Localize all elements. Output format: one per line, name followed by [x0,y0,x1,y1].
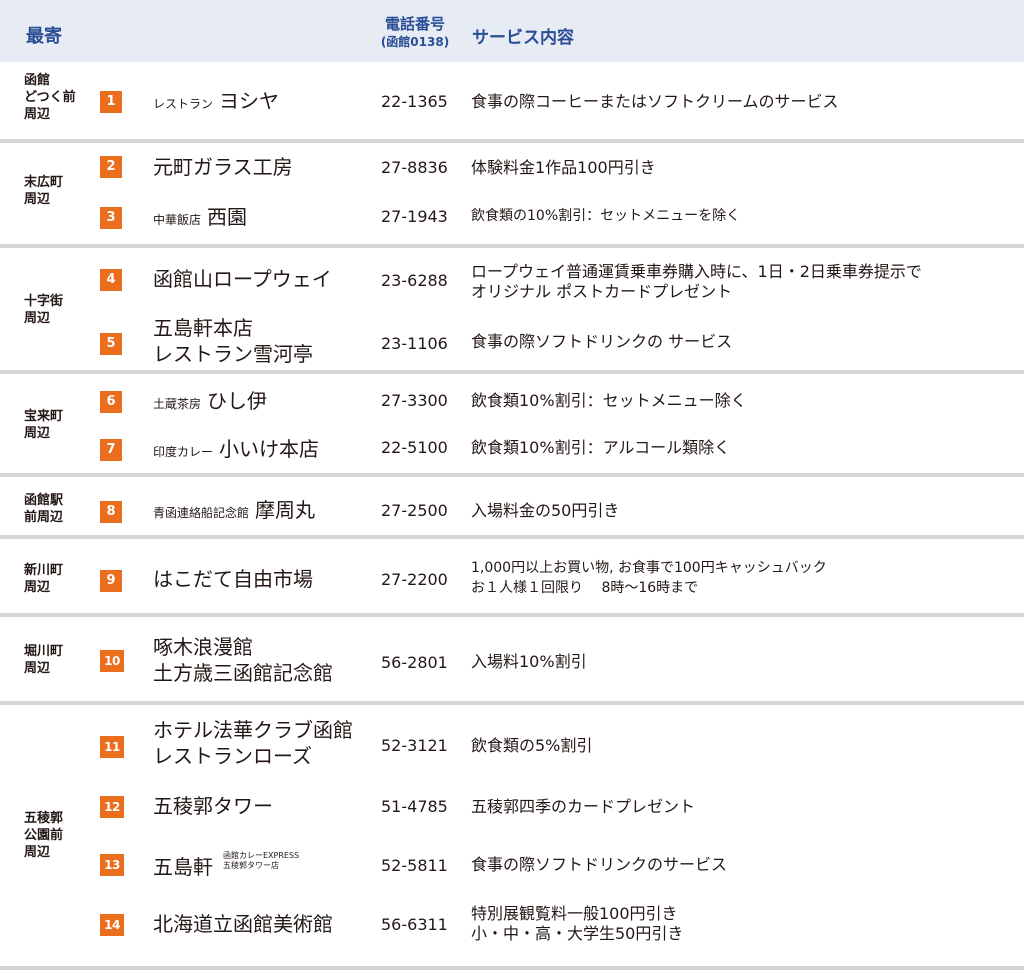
header-phone-title: 電話番号 [384,15,445,33]
service-text: 飲食類の10%割引：セットメニューを除く [471,208,741,224]
row-divider [0,535,1024,539]
entry-number-badge: 3 [100,207,122,229]
service-text: 1,000円以上お買い物, お食事で100円キャッシュバック お１人様１回限り … [471,560,827,596]
row-divider [0,139,1024,143]
phone-number: 51-4785 [381,797,448,816]
shop-name: 函館山ロープウェイ [153,267,332,291]
shop-main-name: 西園 [207,205,248,229]
shop-main-name: 小いけ本店 [219,437,320,461]
entry-number-badge: 9 [100,570,122,592]
phone-number: 23-6288 [381,271,448,290]
entry-number-badge: 14 [100,914,124,936]
area-label: 宝来町 周辺 [24,409,64,441]
shop-name: 印度カレー 小いけ本店 [153,436,319,465]
shop-name: 土蔵茶房 ひし伊 [153,388,267,417]
shop-main-name: 五島軒 [153,855,213,879]
shop-prefix: 中華飯店 [153,213,202,227]
phone-number: 27-1943 [381,207,448,226]
shop-prefix: レストラン [153,97,214,111]
shop-name: 青函連絡船記念館 摩周丸 [153,497,315,526]
shop-main-name: 摩周丸 [255,498,316,522]
entry-number-badge: 8 [100,501,122,523]
header-phone: 電話番号 (函館0138) [378,15,452,51]
phone-number: 27-3300 [381,391,448,410]
header-nearest: 最寄 [26,26,62,47]
shop-name: はこだて自由市場 [153,567,313,591]
entry-number-badge: 6 [100,391,122,413]
entry-number-badge: 12 [100,796,124,818]
phone-number: 22-1365 [381,92,448,111]
shop-name: ホテル法華クラブ函館 レストランローズ [153,718,353,768]
phone-number: 22-5100 [381,438,448,457]
header-phone-sub: (函館0138) [380,35,450,49]
shop-name: 元町ガラス工房 [153,155,293,179]
area-label: 堀川町 周辺 [24,644,64,676]
service-text: 五稜郭四季のカードプレゼント [471,797,696,816]
entry-number-badge: 7 [100,439,122,461]
shop-name: 五島軒本店 レストラン雪河亭 [153,316,313,366]
service-text: 食事の際ソフトドリンクの サービス [471,332,733,351]
service-text: ロープウェイ普通運賃乗車券購入時に、1日・2日乗車券提示で オリジナル ポストカ… [471,262,922,301]
service-text: 飲食類10%割引：セットメニュー除く [471,391,747,410]
area-label: 函館 どつく前 周辺 [24,73,76,122]
shop-main-name: ヨシヤ [219,89,280,113]
phone-number: 52-3121 [381,736,448,755]
row-divider [0,613,1024,617]
row-divider [0,244,1024,248]
shop-name: 北海道立函館美術館 [153,912,333,936]
row-divider [0,473,1024,477]
shop-branch-note: 函館カレーEXPRESS 五稜郭タワー店 [223,851,300,870]
entry-number-badge: 5 [100,333,122,355]
entry-number-badge: 11 [100,736,124,758]
phone-number: 56-2801 [381,653,448,672]
entry-number-badge: 2 [100,156,122,178]
phone-number: 56-6311 [381,915,448,934]
shop-main-name: ひし伊 [207,389,268,413]
entry-number-badge: 13 [100,854,124,876]
service-text: 特別展観覧料一般100円引き 小・中・高・大学生50円引き [471,904,684,943]
phone-number: 27-2500 [381,501,448,520]
table-header: 最寄 電話番号 (函館0138) サービス内容 [0,0,1024,62]
phone-number: 52-5811 [381,856,448,875]
service-text: 入場料10%割引 [471,652,587,671]
shop-name: 中華飯店 西園 [153,204,247,233]
service-text: 体験料金1作品100円引き [471,158,656,177]
shop-prefix: 青函連絡船記念館 [153,506,250,520]
service-text: 飲食類の5%割引 [471,736,593,755]
entry-number-badge: 4 [100,269,122,291]
phone-number: 27-2200 [381,570,448,589]
shop-name: 啄木浪漫館 土方歳三函館記念館 [153,635,333,685]
service-text: 飲食類10%割引：アルコール類除く [471,438,731,457]
shop-name: 五稜郭タワー [153,794,273,818]
area-label: 末広町 周辺 [24,175,64,207]
shop-prefix: 土蔵茶房 [153,397,202,411]
service-text: 入場料金の50円引き [471,501,620,520]
shop-name: レストラン ヨシヤ [153,88,279,117]
phone-number: 23-1106 [381,334,448,353]
area-label: 函館駅 前周辺 [24,493,64,525]
area-label: 十字街 周辺 [24,294,64,326]
header-service: サービス内容 [472,28,574,48]
service-text: 食事の際コーヒーまたはソフトクリームのサービス [471,92,839,111]
row-divider [0,966,1024,970]
row-divider [0,701,1024,705]
shop-name: 五島軒 函館カレーEXPRESS 五稜郭タワー店 [153,851,299,880]
area-label: 五稜郭 公園前 周辺 [24,811,64,860]
phone-number: 27-8836 [381,158,448,177]
shop-prefix: 印度カレー [153,445,214,459]
entry-number-badge: 10 [100,650,124,672]
row-divider [0,370,1024,374]
entry-number-badge: 1 [100,91,122,113]
area-label: 新川町 周辺 [24,563,64,595]
service-text: 食事の際ソフトドリンクのサービス [471,855,728,874]
